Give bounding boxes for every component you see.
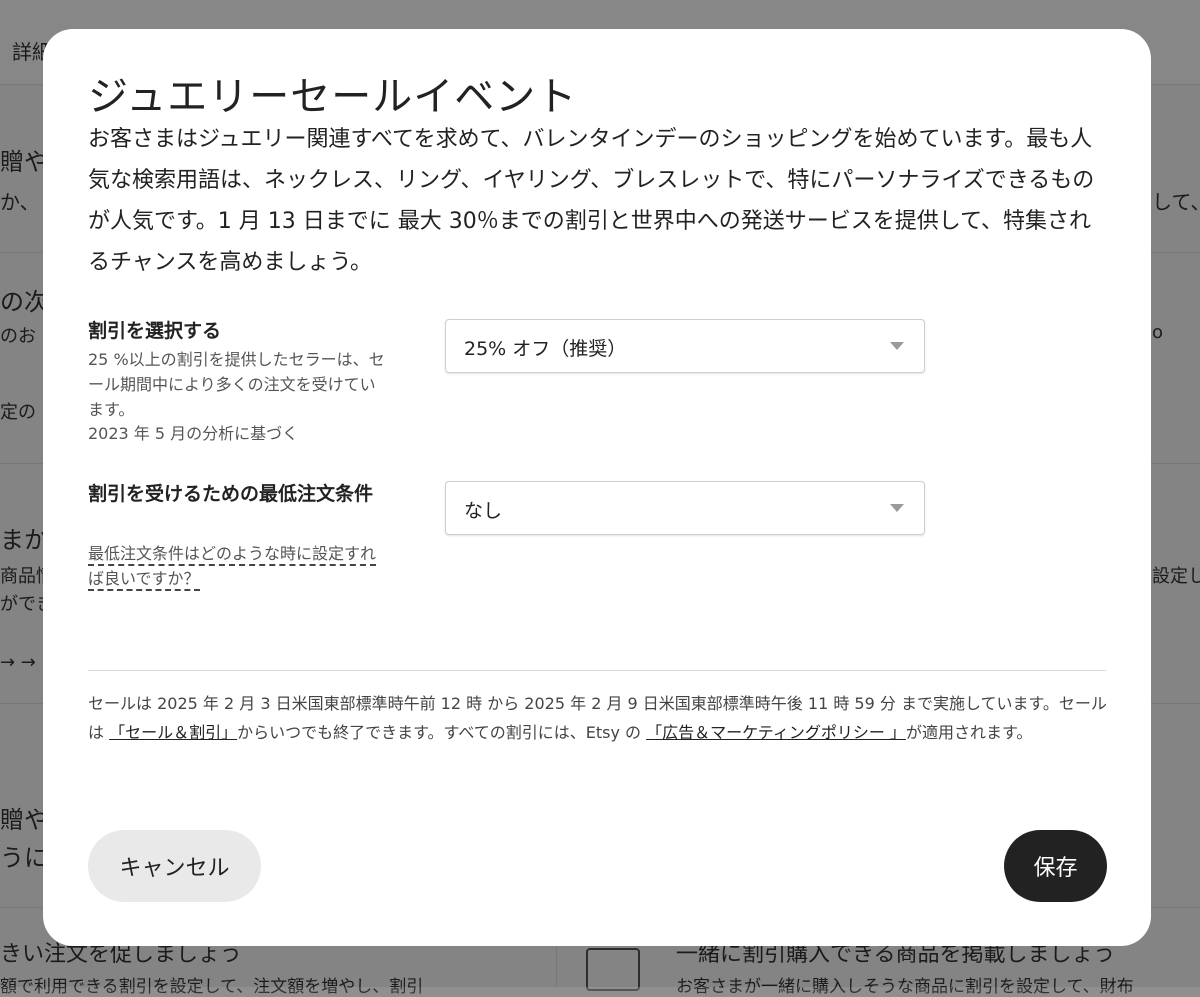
dialog-title: ジュエリーセールイベント [88, 74, 578, 120]
discount-select[interactable]: 25% オフ（推奨） [445, 319, 925, 373]
dialog-description: お客さまはジュエリー関連すべてを求めて、バレンタインデーのショッピングを始めてい… [88, 127, 1095, 275]
minimum-order-select-value: なし [464, 500, 503, 522]
chevron-down-icon [890, 504, 904, 512]
sale-terms-text: が適用されます。 [905, 723, 1033, 742]
discount-help-source: 2023 年 5 月の分析に基づく [88, 424, 299, 443]
cancel-button[interactable]: キャンセル [88, 830, 261, 902]
discount-help-text: 25 %以上の割引を提供したセラーは、セール期間中により多くの注文を受けています… [88, 350, 385, 419]
save-button[interactable]: 保存 [1004, 830, 1107, 902]
sale-terms-text: からいつでも終了できます。すべての割引には、Etsy の [237, 723, 647, 742]
ad-marketing-policy-link[interactable]: 「広告＆マーケティングポリシー 」 [646, 723, 906, 742]
section-divider [88, 670, 1106, 671]
chevron-down-icon [890, 342, 904, 350]
minimum-order-help-link-text[interactable]: 最低注文条件はどのような時に設定すれば良いですか？ [88, 544, 377, 591]
minimum-order-select[interactable]: なし [445, 481, 925, 535]
sales-discounts-link[interactable]: 「セール＆割引」 [109, 723, 237, 742]
sale-event-dialog: ジュエリーセールイベント お客さまはジュエリー関連すべてを求めて、バレンタインデ… [43, 29, 1151, 946]
sale-terms-note: セールは 2025 年 2 月 3 日米国東部標準時午前 12 時 から 202… [88, 689, 1108, 747]
minimum-order-label: 割引を受けるための最低注文条件 [88, 483, 374, 505]
minimum-order-help-link[interactable]: 最低注文条件はどのような時に設定すれば良いですか？ [88, 541, 388, 591]
discount-select-value: 25% オフ（推奨） [464, 338, 627, 360]
discount-label: 割引を選択する [88, 320, 222, 342]
